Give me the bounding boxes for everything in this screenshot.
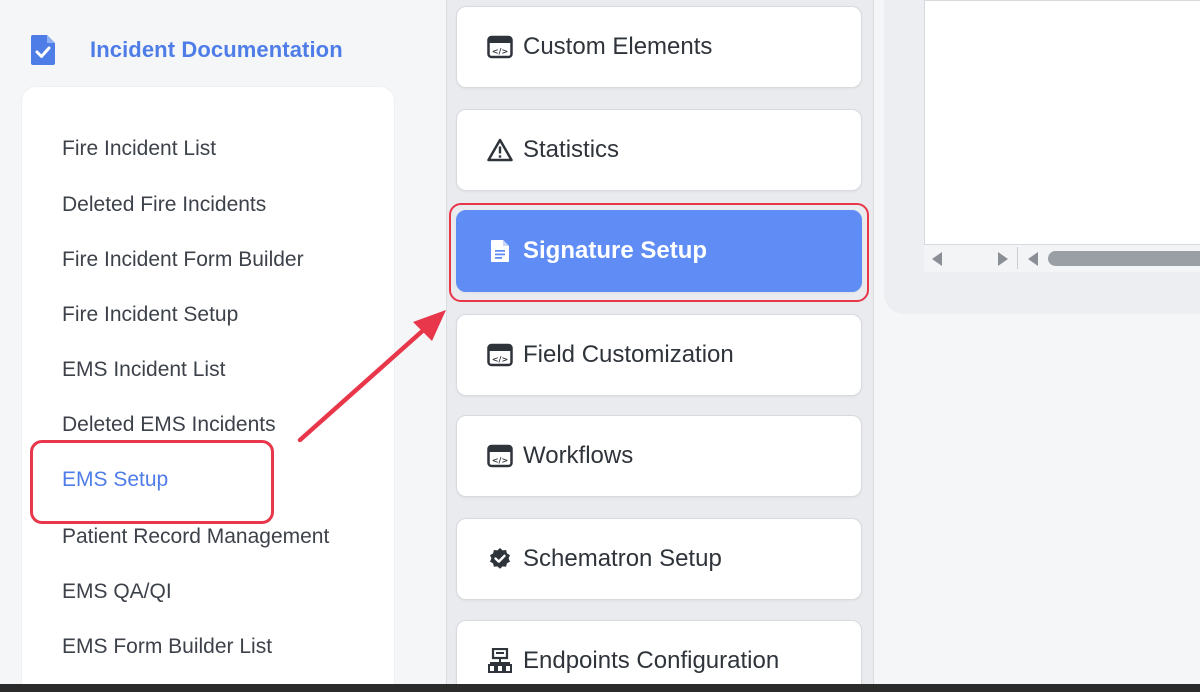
- custom-element-icon: </>: [487, 342, 513, 368]
- sidebar-item-deleted-ems-incidents[interactable]: Deleted EMS Incidents: [62, 413, 276, 437]
- svg-text:</>: </>: [492, 47, 508, 56]
- scroll-right-arrow-icon[interactable]: [998, 252, 1008, 266]
- sidebar-item-ems-form-builder-list[interactable]: EMS Form Builder List: [62, 635, 272, 659]
- signature-setup-label: Signature Setup: [523, 237, 708, 264]
- network-icon: [487, 648, 513, 674]
- sidebar-item-ems-setup[interactable]: EMS Setup: [62, 468, 168, 492]
- sidebar-item-deleted-fire-incidents[interactable]: Deleted Fire Incidents: [62, 193, 266, 217]
- document-icon: [487, 238, 513, 264]
- sidebar-header: Incident Documentation: [30, 30, 343, 70]
- custom-element-icon: </>: [487, 443, 513, 469]
- field-customization-button[interactable]: </> Field Customization: [456, 314, 862, 396]
- endpoints-configuration-button[interactable]: Endpoints Configuration: [456, 620, 862, 692]
- endpoints-configuration-label: Endpoints Configuration: [523, 647, 780, 674]
- sidebar-menu-panel: Fire Incident List Deleted Fire Incident…: [22, 87, 394, 692]
- sidebar-item-fire-incident-form-builder[interactable]: Fire Incident Form Builder: [62, 248, 304, 272]
- content-pane: [924, 0, 1200, 272]
- scroll-thumb[interactable]: [1048, 251, 1200, 266]
- document-check-icon: [30, 32, 58, 68]
- sidebar-item-ems-incident-list[interactable]: EMS Incident List: [62, 358, 225, 382]
- workflows-label: Workflows: [523, 442, 634, 469]
- sidebar-item-patient-record-management[interactable]: Patient Record Management: [62, 525, 329, 549]
- custom-elements-label: Custom Elements: [523, 33, 713, 60]
- scroll-divider: [1017, 247, 1018, 269]
- badge-check-icon: [487, 546, 513, 572]
- custom-elements-button[interactable]: </> Custom Elements: [456, 6, 862, 88]
- sidebar-item-fire-incident-setup[interactable]: Fire Incident Setup: [62, 303, 238, 327]
- schematron-setup-button[interactable]: Schematron Setup: [456, 518, 862, 600]
- statistics-button[interactable]: Statistics: [456, 109, 862, 191]
- sidebar-item-fire-incident-list[interactable]: Fire Incident List: [62, 137, 216, 161]
- bottom-edge-bar: [0, 684, 1200, 692]
- warning-icon: [487, 137, 513, 163]
- workflows-button[interactable]: </> Workflows: [456, 415, 862, 497]
- sidebar-item-ems-qa-qi[interactable]: EMS QA/QI: [62, 580, 172, 604]
- svg-text:</>: </>: [492, 355, 508, 364]
- custom-element-icon: </>: [487, 34, 513, 60]
- field-customization-label: Field Customization: [523, 341, 734, 368]
- scroll-left-arrow-icon[interactable]: [932, 252, 942, 266]
- scroll-left-arrow-icon[interactable]: [1028, 252, 1038, 266]
- schematron-setup-label: Schematron Setup: [523, 545, 722, 572]
- sidebar-title[interactable]: Incident Documentation: [90, 37, 343, 63]
- svg-text:</>: </>: [492, 456, 508, 465]
- statistics-label: Statistics: [523, 136, 620, 163]
- signature-setup-button[interactable]: Signature Setup: [456, 210, 862, 292]
- horizontal-scrollbar[interactable]: [924, 244, 1200, 272]
